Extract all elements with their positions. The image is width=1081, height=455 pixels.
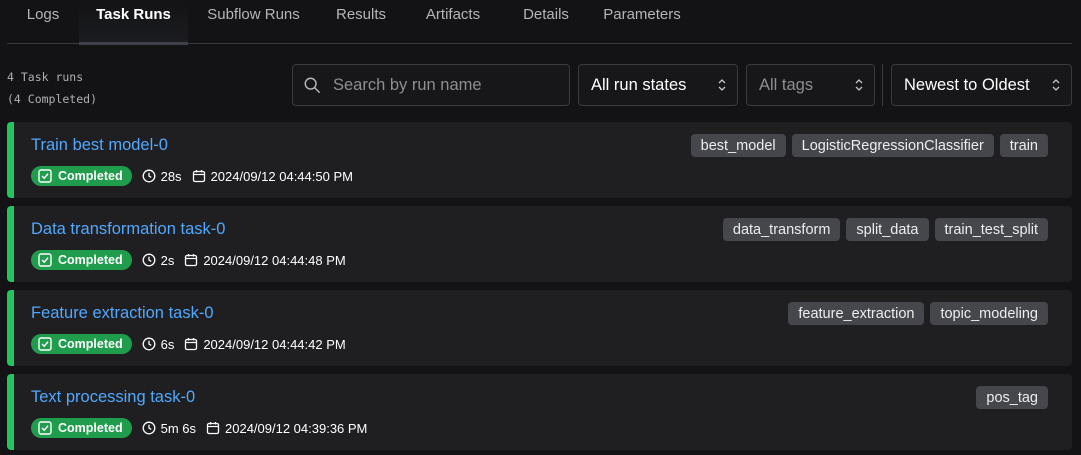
start-time-value: 2024/09/12 04:44:48 PM [203, 252, 346, 268]
duration-value: 28s [160, 168, 182, 184]
chevron-up-down-icon [1052, 79, 1060, 91]
duration: 28s [142, 169, 182, 184]
duration-value: 5m 6s [160, 420, 196, 436]
tag: topic_modeling [930, 302, 1048, 325]
status-label: Completed [58, 169, 123, 183]
task-run-name-link[interactable]: Data transformation task-0 [31, 220, 225, 239]
task-run-card: Feature extraction task-0 Completed 6s 2 [7, 290, 1072, 366]
calendar-icon [185, 254, 198, 267]
calendar-icon [185, 338, 198, 351]
search-input[interactable]: Search by run name [292, 64, 570, 106]
tag: best_model [690, 134, 786, 157]
check-square-icon [38, 253, 52, 267]
start-time: 2024/09/12 04:44:48 PM [184, 252, 346, 268]
tab-details[interactable]: Details [503, 0, 589, 44]
state-indicator-bar [7, 374, 14, 450]
tab-parameters[interactable]: Parameters [589, 0, 695, 44]
start-time-value: 2024/09/12 04:44:50 PM [210, 168, 353, 184]
task-run-meta: Completed 6s 2024/09/12 04:44:42 PM [31, 334, 346, 354]
status-badge: Completed [31, 166, 132, 186]
clock-icon [142, 421, 156, 435]
state-indicator-bar [7, 122, 14, 198]
tag-list: pos_tag [976, 386, 1048, 409]
sort-value: Newest to Oldest [904, 75, 1030, 94]
tag: split_data [846, 218, 929, 241]
start-time-value: 2024/09/12 04:44:42 PM [203, 336, 346, 352]
chevron-up-down-icon [718, 79, 726, 91]
task-run-card: Data transformation task-0 Completed 2s [7, 206, 1072, 282]
clock-icon [142, 169, 156, 183]
duration: 2s [142, 252, 175, 268]
state-indicator-bar [7, 206, 14, 282]
task-run-card: Text processing task-0 Completed 5m 6s 2 [7, 374, 1072, 450]
tag: train_test_split [934, 218, 1048, 241]
tag: data_transform [722, 218, 841, 241]
status-badge: Completed [31, 250, 132, 270]
tag-list: feature_extraction topic_modeling [788, 302, 1048, 325]
sort-select[interactable]: Newest to Oldest [891, 64, 1072, 106]
clock-icon [142, 253, 156, 267]
search-placeholder: Search by run name [333, 75, 482, 94]
task-run-card: Train best model-0 Completed 28s 2024/09 [7, 122, 1072, 198]
tags-placeholder: All tags [759, 75, 814, 94]
check-square-icon [38, 169, 52, 183]
check-square-icon [38, 337, 52, 351]
tag-list: data_transform split_data train_test_spl… [722, 218, 1048, 241]
task-run-name-link[interactable]: Text processing task-0 [31, 388, 195, 407]
tab-logs[interactable]: Logs [7, 0, 79, 44]
status-label: Completed [58, 253, 123, 267]
tab-artifacts[interactable]: Artifacts [403, 0, 503, 44]
run-state-select[interactable]: All run states [578, 64, 738, 106]
state-indicator-bar [7, 290, 14, 366]
task-runs-completed-count: (4 Completed) [7, 92, 98, 106]
clock-icon [142, 337, 156, 351]
calendar-icon [192, 170, 205, 183]
task-run-meta: Completed 5m 6s 2024/09/12 04:39:36 PM [31, 418, 367, 438]
task-run-meta: Completed 28s 2024/09/12 04:44:50 PM [31, 166, 353, 186]
tags-select[interactable]: All tags [746, 64, 875, 106]
start-time: 2024/09/12 04:44:42 PM [184, 336, 346, 352]
task-run-meta: Completed 2s 2024/09/12 04:44:48 PM [31, 250, 346, 270]
start-time: 2024/09/12 04:44:50 PM [192, 169, 353, 184]
chevron-up-down-icon [855, 79, 863, 91]
duration: 5m 6s [142, 421, 196, 436]
task-run-name-link[interactable]: Train best model-0 [31, 136, 168, 155]
status-badge: Completed [31, 418, 132, 438]
start-time: 2024/09/12 04:39:36 PM [206, 421, 367, 436]
tab-bar: Logs Task Runs Subflow Runs Results Arti… [7, 0, 1072, 45]
duration: 6s [142, 336, 175, 352]
tag: feature_extraction [788, 302, 925, 325]
status-label: Completed [58, 421, 123, 435]
duration-value: 6s [160, 336, 175, 352]
tag-list: best_model LogisticRegressionClassifier … [690, 134, 1048, 157]
tab-results[interactable]: Results [319, 0, 403, 44]
status-label: Completed [58, 337, 123, 351]
calendar-icon [206, 422, 220, 435]
tab-task-runs[interactable]: Task Runs [79, 0, 188, 45]
run-state-value: All run states [591, 75, 687, 94]
tag: LogisticRegressionClassifier [791, 134, 994, 157]
search-icon [304, 77, 320, 93]
tag: train [999, 134, 1048, 157]
filter-divider [882, 64, 883, 106]
check-square-icon [38, 421, 52, 435]
duration-value: 2s [160, 252, 175, 268]
start-time-value: 2024/09/12 04:39:36 PM [225, 420, 368, 436]
status-badge: Completed [31, 334, 132, 354]
tab-subflow-runs[interactable]: Subflow Runs [188, 0, 319, 44]
task-runs-count: 4 Task runs [7, 70, 84, 84]
task-run-name-link[interactable]: Feature extraction task-0 [31, 304, 214, 323]
tag: pos_tag [976, 386, 1048, 409]
task-runs-summary: 4 Task runs (4 Completed) [7, 66, 97, 110]
